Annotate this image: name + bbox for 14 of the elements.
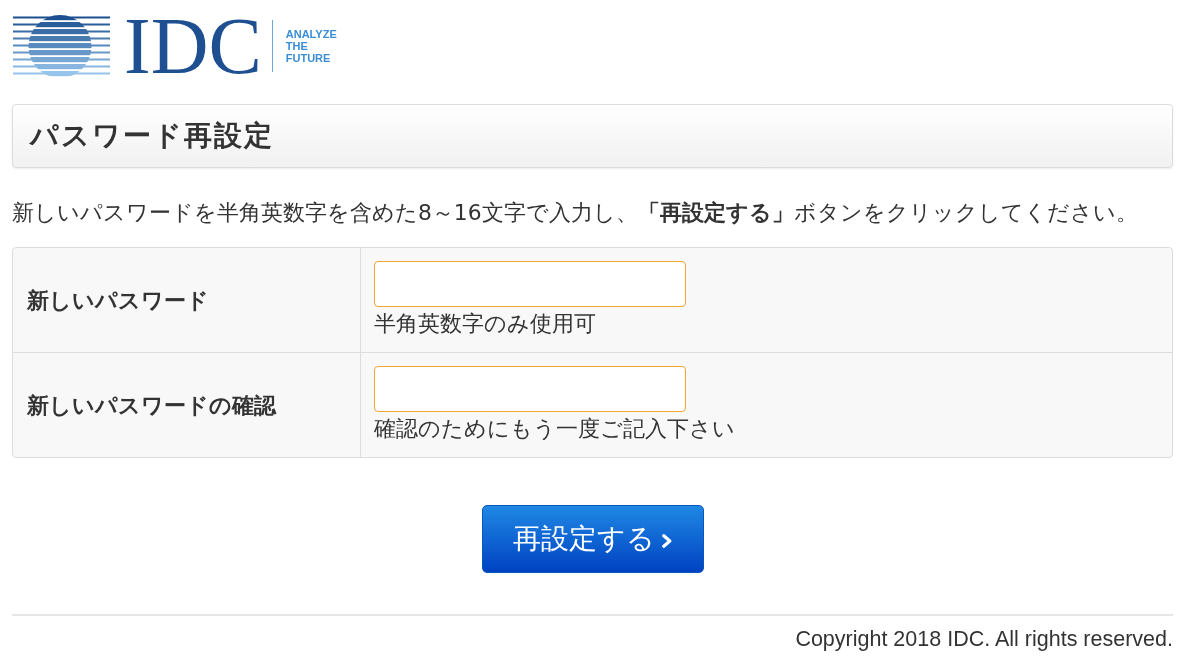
striped-globe-icon (13, 14, 110, 78)
instruction-text: 新しいパスワードを半角英数字を含めた8～16文字で入力し、「再設定する」ボタンをクリックしてください。 (12, 199, 1139, 226)
field-hint: 確認のためにもう一度ご記入下さい (374, 417, 736, 441)
field-label: 新しいパスワードの確認 (27, 391, 276, 420)
logo-tagline: ANALYZE THE FUTURE (285, 28, 337, 64)
field-label: 新しいパスワード (27, 286, 209, 315)
submit-button[interactable]: 再設定する (481, 505, 704, 573)
chevron-right-icon (662, 533, 672, 548)
page-title: パスワード再設定 (30, 118, 274, 154)
logo-wordmark: IDC (124, 14, 262, 78)
field-hint: 半角英数字のみ使用可 (374, 312, 597, 336)
password-input-field[interactable] (374, 366, 686, 412)
copyright-text: Copyright 2018 IDC. All rights reserved. (795, 626, 1173, 652)
password-input-field[interactable] (374, 261, 686, 307)
